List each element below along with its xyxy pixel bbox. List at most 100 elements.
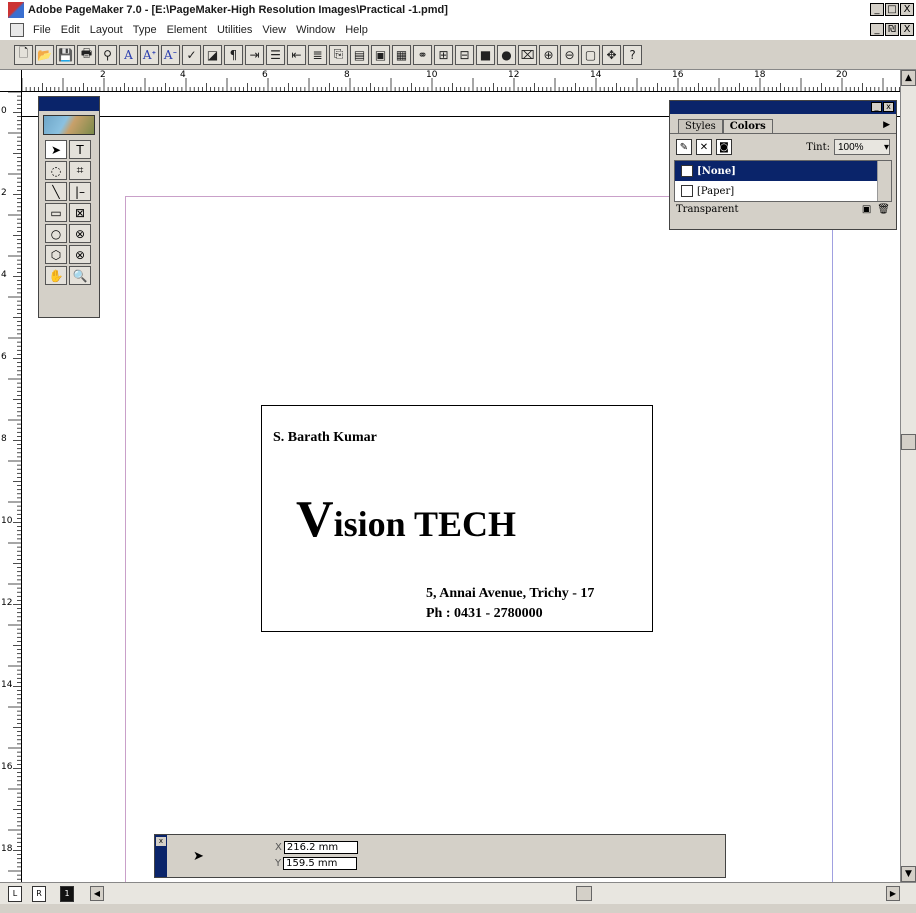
menu-view[interactable]: View [257, 24, 291, 36]
palette-minimize-button[interactable]: _ [871, 102, 882, 112]
bullets-icon[interactable]: ☰ [266, 44, 285, 65]
card-address-block[interactable]: 5, Annai Avenue, Trichy - 17 Ph : 0431 -… [426, 584, 594, 624]
menu-element[interactable]: Element [162, 24, 212, 36]
indent-right-icon[interactable]: ≣ [308, 44, 327, 65]
rectangle-icon[interactable]: ▭ [45, 203, 67, 222]
menu-help[interactable]: Help [340, 24, 373, 36]
menu-type[interactable]: Type [128, 24, 162, 36]
vertical-scroll-thumb[interactable] [901, 434, 916, 450]
y-position-input[interactable]: 159.5 mm [283, 857, 358, 870]
doc-close-button[interactable]: X [900, 23, 914, 36]
tab-styles[interactable]: Styles [678, 119, 723, 133]
pdf-icon[interactable]: ⊟ [455, 44, 474, 65]
font-smaller-icon[interactable]: Aᐨ [161, 44, 180, 65]
card-name-text[interactable]: S. Barath Kumar [273, 430, 377, 446]
line-icon[interactable]: ╲ [45, 182, 67, 201]
close-icon[interactable]: x [156, 837, 166, 846]
constrained-line-icon[interactable]: |– [69, 182, 91, 201]
close-button[interactable]: X [900, 3, 914, 16]
color-item-paper[interactable]: [Paper] [675, 181, 891, 201]
scroll-up-icon[interactable]: ▲ [901, 70, 916, 86]
ellipse-icon[interactable]: ○ [45, 224, 67, 243]
text-tool-icon[interactable]: T [69, 140, 91, 159]
hand-icon[interactable]: ✥ [602, 44, 621, 65]
copy-icon[interactable]: ⎘ [329, 44, 348, 65]
both-icon[interactable]: ◙ [716, 139, 732, 155]
new-icon[interactable]: 🗋 [14, 44, 33, 65]
frame-icon[interactable]: ◪ [203, 44, 222, 65]
hand-icon[interactable]: ✋ [45, 266, 67, 285]
indent-icon[interactable]: ⇥ [245, 44, 264, 65]
paste-icon[interactable]: ▤ [350, 44, 369, 65]
color-item-none[interactable]: [None] [675, 161, 891, 181]
vertical-ruler[interactable]: 0 2 4 6 8 10 12 14 16 18 [0, 92, 22, 882]
pointer-icon[interactable]: ➤ [45, 140, 67, 159]
colors-palette-titlebar[interactable]: _ x [670, 101, 896, 114]
menu-edit[interactable]: Edit [56, 24, 85, 36]
open-icon[interactable]: 📂 [35, 44, 54, 65]
actual-size-icon[interactable]: ▢ [581, 44, 600, 65]
color-list[interactable]: [None] [Paper] [674, 160, 892, 202]
help-icon[interactable]: ? [623, 44, 642, 65]
globe-icon[interactable]: ● [497, 44, 516, 65]
color-list-scrollbar[interactable] [877, 161, 891, 201]
ruler-origin[interactable] [0, 70, 22, 92]
palette-menu-arrow-icon[interactable]: ▶ [883, 119, 890, 130]
menu-window[interactable]: Window [291, 24, 340, 36]
horizontal-scrollbar[interactable]: L R 1 ◀ ▶ [0, 882, 916, 904]
maximize-button[interactable]: □ [885, 3, 899, 16]
scroll-right-icon[interactable]: ▶ [886, 886, 900, 901]
polygon-icon[interactable]: ⬡ [45, 245, 67, 264]
ellipse-frame-icon[interactable]: ⊗ [69, 224, 91, 243]
save-icon[interactable]: 💾 [56, 44, 75, 65]
crop-icon[interactable]: ⌗ [69, 161, 91, 180]
acrobat-icon[interactable]: ⌧ [518, 44, 537, 65]
menu-layout[interactable]: Layout [85, 24, 128, 36]
horizontal-ruler[interactable]: 2 4 6 8 10 12 14 16 18 20 [22, 70, 900, 92]
rectangle-frame-icon[interactable]: ⊠ [69, 203, 91, 222]
font-icon[interactable]: A [119, 44, 138, 65]
vertical-scrollbar[interactable]: ▲ ▼ [900, 70, 916, 882]
print-icon[interactable]: 🖶 [77, 44, 96, 65]
spell-icon[interactable]: ✓ [182, 44, 201, 65]
scroll-down-icon[interactable]: ▼ [901, 866, 916, 882]
palette-close-button[interactable]: x [883, 102, 894, 112]
color-icon[interactable]: ■ [476, 44, 495, 65]
polygon-frame-icon[interactable]: ⊗ [69, 245, 91, 264]
pagemaker-app-icon[interactable] [8, 2, 24, 18]
master-page-left-icon[interactable]: L [8, 886, 22, 902]
find-icon[interactable]: ⚲ [98, 44, 117, 65]
master-page-right-icon[interactable]: R [32, 886, 46, 902]
rotate-icon[interactable]: ◌ [45, 161, 67, 180]
zoom-icon[interactable]: 🔍 [69, 266, 91, 285]
scroll-left-icon[interactable]: ◀ [90, 886, 104, 901]
zoom-out-icon[interactable]: ⊖ [560, 44, 579, 65]
tab-colors[interactable]: Colors [722, 119, 773, 133]
font-larger-icon[interactable]: Aᐩ [140, 44, 159, 65]
business-card[interactable]: S. Barath Kumar Vision TECH 5, Annai Ave… [261, 405, 653, 632]
export-icon[interactable]: ▣ [371, 44, 390, 65]
minimize-button[interactable]: _ [870, 3, 884, 16]
tint-select[interactable]: 100% ▾ [834, 139, 890, 155]
menu-file[interactable]: File [28, 24, 56, 36]
page-1-icon[interactable]: 1 [60, 886, 74, 902]
new-color-icon[interactable]: ▣ [862, 204, 871, 215]
trash-icon[interactable]: 🗑 [877, 204, 890, 215]
outdent-icon[interactable]: ⇤ [287, 44, 306, 65]
place-icon[interactable]: ⊞ [434, 44, 453, 65]
control-palette-handle[interactable]: x [155, 835, 167, 877]
import-icon[interactable]: ▦ [392, 44, 411, 65]
horizontal-scroll-thumb[interactable] [576, 886, 592, 901]
doc-restore-button[interactable]: ₪ [885, 23, 899, 36]
doc-minimize-button[interactable]: _ [870, 23, 884, 36]
x-position-input[interactable]: 216.2 mm [283, 841, 358, 854]
fill-icon[interactable]: ✕ [696, 139, 712, 155]
zoom-in-icon[interactable]: ⊕ [539, 44, 558, 65]
toolbox-titlebar[interactable] [39, 97, 99, 111]
paragraph-icon[interactable]: ¶ [224, 44, 243, 65]
card-brand-text[interactable]: Vision TECH [296, 490, 516, 549]
link-icon[interactable]: ⚭ [413, 44, 432, 65]
menu-utilities[interactable]: Utilities [212, 24, 257, 36]
stroke-icon[interactable]: ✎ [676, 139, 692, 155]
document-icon[interactable] [10, 23, 24, 37]
